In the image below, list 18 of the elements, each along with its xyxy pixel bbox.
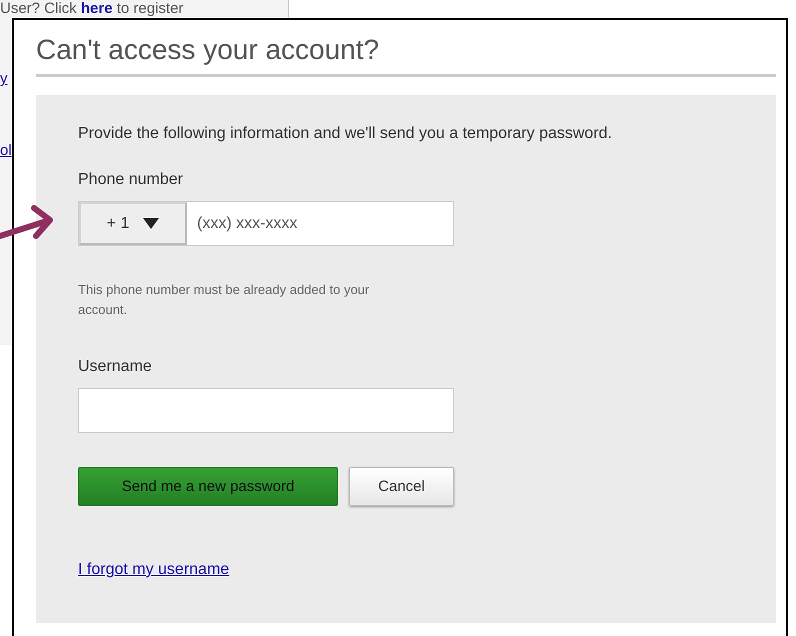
register-text: User? Click [0,0,78,17]
phone-hint: This phone number must be already added to your account. [78,281,370,319]
username-field[interactable] [78,388,454,433]
phone-label: Phone number [78,171,184,189]
register-text: to register [116,0,184,17]
link-fragment[interactable]: ol [0,142,12,159]
dialog-title: Can't access your account? [36,34,776,77]
cancel-button[interactable]: Cancel [349,467,454,506]
arrow-icon [0,202,56,242]
send-password-button[interactable]: Send me a new password [78,467,338,506]
link-fragment[interactable]: y [0,70,8,87]
forgot-username-link[interactable]: I forgot my username [78,561,230,579]
caret-icon [143,218,160,229]
register-link[interactable]: here [80,0,113,17]
intro-text: Provide the following information and we'll send you a temporary password. [78,125,613,143]
username-label: Username [78,358,153,376]
phone-number-field[interactable]: + 1 (xxx) xxx-xxxx [78,201,454,246]
country-code-dropdown[interactable]: + 1 [79,202,187,245]
